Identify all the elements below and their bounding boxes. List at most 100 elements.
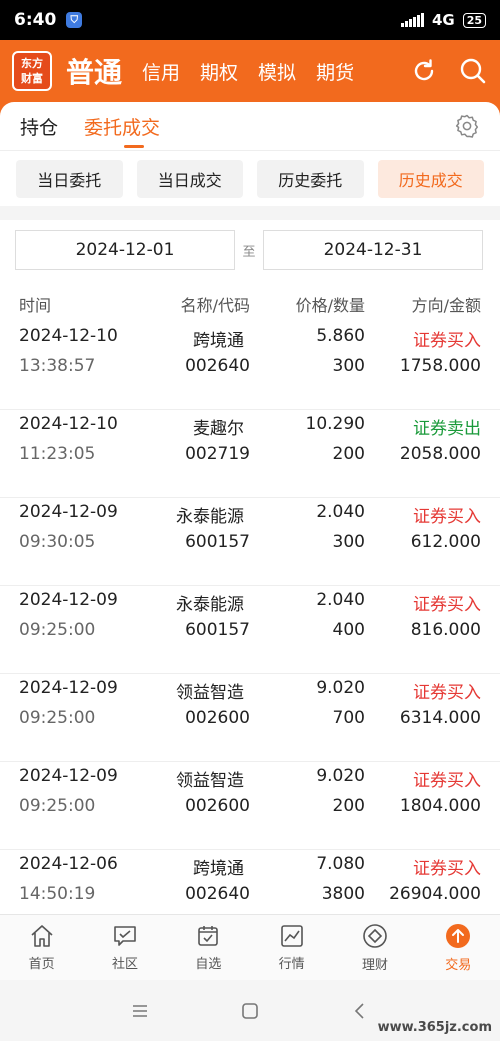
bottom-nav-community[interactable]: 社区: [83, 915, 166, 980]
home-icon: [31, 925, 53, 947]
trade-date: 2024-12-09: [19, 590, 118, 610]
stock-name: 领益智造: [176, 771, 244, 791]
menu-icon[interactable]: [130, 1001, 150, 1021]
stock-name: 跨境通: [193, 859, 244, 879]
trade-date: 2024-12-09: [19, 502, 118, 522]
wealth-icon: [363, 924, 387, 948]
segment-history-deals[interactable]: 历史成交: [377, 159, 484, 198]
trade-time: 09:25:00: [19, 620, 96, 640]
trade-qty: 300: [332, 532, 365, 552]
col-name-code: 名称/代码: [180, 296, 250, 315]
trade-date: 2024-12-06: [19, 854, 118, 874]
trade-arrow-icon: [446, 924, 471, 948]
trade-qty: 400: [332, 620, 365, 640]
segment-today-orders[interactable]: 当日委托: [16, 159, 123, 198]
trade-direction: 证券买入: [413, 595, 481, 615]
trade-direction: 证券买入: [413, 507, 481, 527]
trade-time: 09:30:05: [19, 532, 96, 552]
bottom-nav-trade[interactable]: 交易: [417, 915, 500, 980]
app-logo: 东方 财富: [12, 51, 52, 91]
logo-line1: 东方: [21, 57, 43, 70]
trade-qty: 200: [332, 796, 365, 816]
trade-direction: 证券买入: [413, 683, 481, 703]
trade-price: 2.040: [316, 502, 365, 522]
nav-simulation[interactable]: 模拟: [258, 58, 296, 85]
trade-amount: 26904.000: [389, 884, 481, 904]
trade-time: 11:23:05: [19, 444, 96, 464]
table-row[interactable]: 2024-12-09 09:30:05 永泰能源 600157 2.040 30…: [0, 498, 500, 586]
trade-date: 2024-12-09: [19, 766, 118, 786]
network-label: 4G: [431, 11, 455, 29]
bottom-nav-label: 社区: [111, 957, 138, 972]
trade-price: 10.290: [305, 414, 365, 434]
chat-icon: [114, 926, 136, 946]
table-row[interactable]: 2024-12-09 09:25:00 领益智造 002600 9.020 20…: [0, 762, 500, 850]
end-date-field[interactable]: 2024-12-31: [263, 230, 483, 270]
trade-qty: 3800: [321, 884, 365, 904]
trade-direction: 证券买入: [413, 771, 481, 791]
trade-amount: 612.000: [410, 532, 481, 552]
trade-amount: 6314.000: [399, 708, 481, 728]
trade-list[interactable]: 2024-12-10 13:38:57 跨境通 002640 5.860 300…: [0, 322, 500, 914]
nav-futures[interactable]: 期货: [316, 58, 354, 85]
trade-time: 13:38:57: [19, 356, 96, 376]
stock-code: 002640: [185, 356, 250, 376]
market-chart-icon: [280, 925, 303, 947]
stock-name: 麦趣尔: [193, 419, 244, 439]
trade-price: 9.020: [316, 766, 365, 786]
trade-time: 09:25:00: [19, 796, 96, 816]
home-square-icon[interactable]: [240, 1001, 260, 1021]
table-row[interactable]: 2024-12-06 14:50:19 跨境通 002640 7.080 380…: [0, 850, 500, 914]
bottom-nav-watchlist[interactable]: 自选: [167, 915, 250, 980]
bottom-nav-label: 行情: [278, 957, 305, 972]
stock-code: 002719: [185, 444, 250, 464]
section-divider: [0, 206, 500, 220]
bottom-nav-label: 理财: [361, 958, 388, 973]
col-price-qty: 价格/数量: [295, 296, 365, 315]
trade-direction: 证券买入: [413, 331, 481, 351]
nav-normal[interactable]: 普通: [66, 51, 122, 91]
stock-code: 002640: [185, 884, 250, 904]
table-row[interactable]: 2024-12-09 09:25:00 永泰能源 600157 2.040 40…: [0, 586, 500, 674]
tab-orders[interactable]: 委托成交: [84, 102, 160, 150]
logo-line2: 财富: [21, 72, 43, 85]
search-icon[interactable]: [458, 56, 488, 86]
nav-options[interactable]: 期权: [200, 58, 238, 85]
gear-icon[interactable]: [454, 113, 480, 139]
table-row[interactable]: 2024-12-10 11:23:05 麦趣尔 002719 10.290 20…: [0, 410, 500, 498]
trade-date: 2024-12-09: [19, 678, 118, 698]
trade-price: 2.040: [316, 590, 365, 610]
stock-code: 002600: [185, 708, 250, 728]
trade-direction: 证券卖出: [413, 419, 481, 439]
col-time: 时间: [19, 296, 52, 315]
stock-name: 永泰能源: [176, 507, 244, 527]
trade-amount: 1804.000: [399, 796, 481, 816]
system-nav-bar: www.365jz.com: [0, 980, 500, 1041]
tab-holdings[interactable]: 持仓: [20, 102, 58, 150]
trade-amount: 2058.000: [399, 444, 481, 464]
table-row[interactable]: 2024-12-10 13:38:57 跨境通 002640 5.860 300…: [0, 322, 500, 410]
stock-name: 领益智造: [176, 683, 244, 703]
segment-history-orders[interactable]: 历史委托: [257, 159, 364, 198]
status-bar: 6:40 ⛉ 4G 25: [0, 0, 500, 40]
nav-credit[interactable]: 信用: [142, 58, 180, 85]
bottom-nav-market[interactable]: 行情: [250, 915, 333, 980]
bottom-nav-label: 交易: [445, 958, 472, 973]
bottom-nav-wealth[interactable]: 理财: [333, 915, 416, 980]
back-icon[interactable]: [350, 1001, 370, 1021]
stock-code: 002600: [185, 796, 250, 816]
signal-icon: [400, 13, 424, 27]
refresh-icon[interactable]: [410, 57, 438, 85]
trade-time: 09:25:00: [19, 708, 96, 728]
watchlist-icon: [198, 926, 219, 946]
tabs-row: 持仓 委托成交: [0, 102, 500, 150]
start-date-field[interactable]: 2024-12-01: [15, 230, 235, 270]
table-row[interactable]: 2024-12-09 09:25:00 领益智造 002600 9.020 70…: [0, 674, 500, 762]
bottom-nav-label: 自选: [195, 957, 222, 972]
segment-today-deals[interactable]: 当日成交: [136, 159, 243, 198]
bottom-nav-home[interactable]: 首页: [0, 915, 83, 980]
stock-code: 600157: [185, 532, 250, 552]
trade-amount: 816.000: [410, 620, 481, 640]
bottom-nav-label: 首页: [28, 957, 55, 972]
watermark: www.365jz.com: [377, 1020, 492, 1035]
